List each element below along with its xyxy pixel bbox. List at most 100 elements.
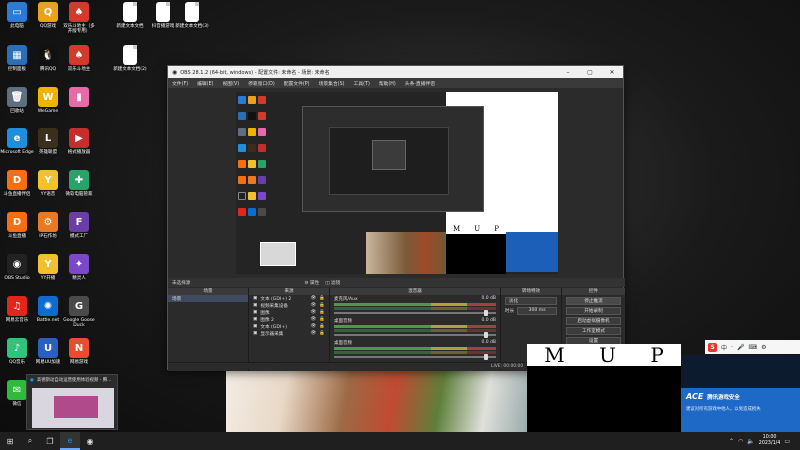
notification-icon[interactable]: ▭	[784, 438, 790, 445]
desktop-icon[interactable]: 新建文本文档	[113, 2, 147, 29]
menu-item[interactable]: 视图(V)	[222, 80, 239, 87]
desktop-icon[interactable]: 🗑 回收站	[0, 87, 34, 114]
lock-icon[interactable]: 🔒	[319, 296, 325, 301]
volume-slider[interactable]	[334, 332, 496, 338]
desktop-icon[interactable]: ♫ 网易云音乐	[0, 296, 34, 323]
source-item[interactable]: ▣ 显示器采集 👁 🔒	[249, 330, 329, 337]
network-icon[interactable]: ◠	[738, 438, 743, 445]
menu-item[interactable]: 配置文件(P)	[284, 80, 310, 87]
desktop-icon-label: 模式工厂	[70, 234, 88, 239]
security-notification[interactable]: ACE 腾讯游戏安全 建议对所有游戏中他人，以免造成损失	[681, 388, 800, 432]
desktop-icon[interactable]: U 网易UU加速	[31, 338, 65, 365]
desktop-icon[interactable]: ▮	[62, 87, 96, 109]
start-icon[interactable]: ⊞	[0, 432, 20, 450]
visibility-icon[interactable]: 👁	[310, 324, 316, 329]
source-item[interactable]: ▣ 图像 👁 🔒	[249, 309, 329, 316]
lock-icon[interactable]: 🔒	[319, 324, 325, 329]
desktop-icon[interactable]: e Microsoft Edge	[0, 128, 34, 155]
task-view-icon[interactable]: ❐	[40, 432, 60, 450]
menu-item[interactable]: 场景集合(S)	[319, 80, 345, 87]
desktop-icon[interactable]: ♠ 双乐斗地主	[62, 45, 96, 72]
sogou-icon[interactable]: S	[708, 342, 717, 352]
source-item[interactable]: ▣ 文本 (GDI+) 2 👁 🔒	[249, 295, 329, 302]
visibility-icon[interactable]: 👁	[310, 303, 316, 308]
desktop-icon[interactable]: N 网易游戏	[62, 338, 96, 365]
desktop-icon[interactable]: 新建文本文档(2)	[113, 45, 147, 72]
source-item[interactable]: ▣ 视频采集设备 👁 🔒	[249, 302, 329, 309]
visibility-icon[interactable]: 👁	[310, 331, 316, 336]
desktop-icon[interactable]: D 斗鱼直播	[0, 212, 34, 239]
visibility-icon[interactable]: 👁	[310, 317, 316, 322]
tray-chevron-icon[interactable]: ⌃	[729, 438, 734, 445]
source-item[interactable]: ▣ 文本 (GDI+) 👁 🔒	[249, 323, 329, 330]
desktop-icon-label: YY开播	[40, 276, 56, 281]
desktop-icon[interactable]: 🐧 腾讯QQ	[31, 45, 65, 72]
desktop-icon[interactable]: W WeGame	[31, 87, 65, 114]
edge-taskbar-icon[interactable]: e	[60, 432, 80, 450]
desktop-icon[interactable]: Q QQ游戏	[31, 2, 65, 29]
close-icon[interactable]: ✕	[601, 69, 623, 76]
control-button[interactable]: 工作室模式	[566, 327, 621, 335]
volume-slider[interactable]	[334, 310, 496, 316]
clock[interactable]: 10:00 2023/1/4	[759, 435, 781, 447]
lock-icon[interactable]: 🔒	[319, 317, 325, 322]
source-item[interactable]: ▣ 图像 2 👁 🔒	[249, 316, 329, 323]
obs-taskbar-icon[interactable]: ◉	[80, 432, 100, 450]
desktop-icon[interactable]: F 模式工厂	[62, 212, 96, 239]
desktop-icon[interactable]: ♪ QQ音乐	[0, 338, 34, 365]
control-panel-icon: ▦	[7, 45, 27, 65]
ime-punct-icon[interactable]: ·	[731, 344, 733, 351]
obs-window[interactable]: ◉ OBS 28.1.2 (64-bit, windows) - 配置文件: 未…	[167, 65, 625, 371]
control-button[interactable]: 开始录制	[566, 307, 621, 315]
control-button[interactable]: 启动虚拟摄像机	[566, 317, 621, 325]
audio-meter	[334, 303, 496, 306]
desktop-icon[interactable]: G Google Goose Duck	[62, 296, 96, 329]
lock-icon[interactable]: 🔒	[319, 303, 325, 308]
desktop-icon[interactable]: ♠ 双乐斗地主（多开版专用）	[62, 2, 96, 35]
menu-item[interactable]: 头条·直播伴侣	[405, 80, 435, 87]
desktop-icon[interactable]: ◉ OBS Studio	[0, 254, 34, 281]
desktop-icon[interactable]: ▦ 控制面板	[0, 45, 34, 72]
ime-mode-icon[interactable]: 中	[721, 343, 727, 352]
search-icon[interactable]: ⌕	[20, 432, 40, 450]
menu-item[interactable]: 帮助(H)	[379, 80, 396, 87]
desktop-icon[interactable]: ✺ Battle.net	[31, 296, 65, 323]
properties-button[interactable]: ⚙ 属性	[304, 280, 319, 286]
maximize-icon[interactable]: ▢	[579, 69, 601, 76]
lock-icon[interactable]: 🔒	[319, 310, 325, 315]
desktop-icon[interactable]: ▭ 此电脑	[0, 2, 34, 29]
desktop-icon[interactable]: Y YY语音	[31, 170, 65, 197]
desktop-icon-label: Battle.net	[36, 318, 60, 323]
desktop-icon[interactable]: ▶ 格式播放器	[62, 128, 96, 155]
keyboard-icon[interactable]: ⌨	[748, 344, 757, 351]
scene-item[interactable]: 场景	[168, 295, 248, 302]
control-button[interactable]: 停止推流	[566, 297, 621, 305]
volume-icon[interactable]: 🔈	[747, 438, 754, 445]
volume-slider[interactable]	[334, 354, 496, 360]
settings-icon[interactable]: ⚙	[761, 344, 766, 351]
taskbar-thumbnail-popup[interactable]: ● 高德斯动自动运营使用体验视频 - 腾...	[26, 374, 118, 430]
menu-item[interactable]: 文件(F)	[172, 80, 188, 87]
desktop-icon[interactable]: 新建文本文档(3)	[175, 2, 209, 29]
menu-item[interactable]: 编辑(E)	[197, 80, 213, 87]
desktop-icon[interactable]: D 斗鱼直播伴侣	[0, 170, 34, 197]
visibility-icon[interactable]: 👁	[310, 296, 316, 301]
ime-toolbar[interactable]: S 中 · 🎤 ⌨ ⚙	[705, 340, 800, 354]
desktop-icon[interactable]: ⚙ IP石作坊	[31, 212, 65, 239]
desktop-icon[interactable]: Y YY开播	[31, 254, 65, 281]
visibility-icon[interactable]: 👁	[310, 310, 316, 315]
lock-icon[interactable]: 🔒	[319, 331, 325, 336]
obs-titlebar[interactable]: ◉ OBS 28.1.2 (64-bit, windows) - 配置文件: 未…	[168, 66, 623, 78]
mup-text: MUP	[527, 343, 681, 367]
filters-button[interactable]: ◫ 滤镜	[325, 280, 340, 286]
menu-item[interactable]: 停靠窗口(D)	[248, 80, 275, 87]
desktop-icon[interactable]: L 英雄联盟	[31, 128, 65, 155]
minimize-icon[interactable]: –	[557, 69, 579, 76]
duration-input[interactable]: 300 ms	[517, 306, 557, 315]
desktop-icon[interactable]: ✚ 微软电脑管家	[62, 170, 96, 197]
obs-preview[interactable]: MUP	[236, 92, 558, 274]
desktop-icon[interactable]: ✦ 精灵人	[62, 254, 96, 281]
menu-item[interactable]: 工具(T)	[354, 80, 370, 87]
microphone-icon[interactable]: 🎤	[737, 344, 744, 351]
transition-select[interactable]: 淡化	[505, 297, 557, 305]
